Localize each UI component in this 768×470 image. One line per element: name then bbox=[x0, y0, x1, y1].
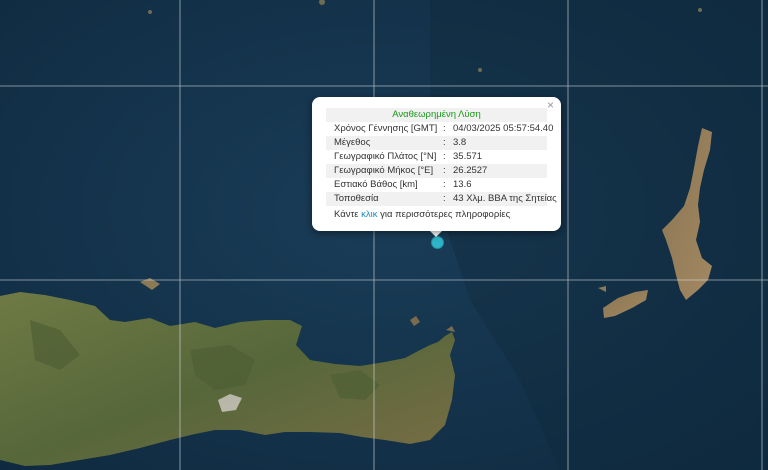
islet bbox=[148, 10, 152, 14]
row-label: Εστιακό Βάθος [km] bbox=[334, 179, 418, 190]
row-separator: : bbox=[443, 137, 446, 148]
row-separator: : bbox=[443, 151, 446, 162]
row-label: Χρόνος Γέννησης [GMT] bbox=[334, 123, 438, 134]
earthquake-marker[interactable] bbox=[431, 236, 444, 249]
popup-pointer bbox=[429, 230, 443, 237]
more-info-prefix: Κάντε bbox=[334, 209, 359, 220]
more-info-suffix: για περισσότερες πληροφορίες bbox=[380, 209, 511, 220]
row-label: Γεωγραφικό Πλάτος [°N] bbox=[334, 151, 437, 162]
row-value: 43 Χλμ. ΒΒΑ της Σητείας bbox=[453, 193, 557, 204]
row-separator: : bbox=[443, 179, 446, 190]
row-separator: : bbox=[443, 193, 446, 204]
row-separator: : bbox=[443, 123, 446, 134]
row-label: Γεωγραφικό Μήκος [°E] bbox=[334, 165, 434, 176]
row-value: 35.571 bbox=[453, 151, 483, 162]
islet bbox=[698, 8, 702, 12]
islet bbox=[478, 68, 482, 72]
row-label: Τοποθεσία bbox=[334, 193, 379, 204]
row-origin-time: Χρόνος Γέννησης [GMT] : 04/03/2025 05:57… bbox=[326, 122, 553, 136]
row-value: 04/03/2025 05:57:54.40 bbox=[453, 123, 554, 134]
popup-title: Αναθεωρημένη Λύση bbox=[326, 108, 547, 122]
earthquake-popup: × Αναθεωρημένη Λύση Χρόνος Γέννησης [GMT… bbox=[312, 97, 561, 231]
row-location: Τοποθεσία : 43 Χλμ. ΒΒΑ της Σητείας bbox=[326, 192, 557, 206]
satellite-map[interactable] bbox=[0, 0, 768, 470]
row-label: Μέγεθος bbox=[334, 137, 371, 148]
row-longitude: Γεωγραφικό Μήκος [°E] : 26.2527 bbox=[326, 164, 547, 178]
row-latitude: Γεωγραφικό Πλάτος [°N] : 35.571 bbox=[326, 150, 547, 164]
row-value: 13.6 bbox=[453, 179, 472, 190]
more-info-link[interactable]: κλικ bbox=[361, 209, 377, 220]
row-magnitude: Μέγεθος : 3.8 bbox=[326, 136, 547, 150]
row-value: 26.2527 bbox=[453, 165, 488, 176]
more-info-line: Κάντε κλικ για περισσότερες πληροφορίες bbox=[334, 209, 510, 220]
close-icon[interactable]: × bbox=[547, 99, 554, 111]
row-separator: : bbox=[443, 165, 446, 176]
row-depth: Εστιακό Βάθος [km] : 13.6 bbox=[326, 178, 547, 192]
row-value: 3.8 bbox=[453, 137, 467, 148]
